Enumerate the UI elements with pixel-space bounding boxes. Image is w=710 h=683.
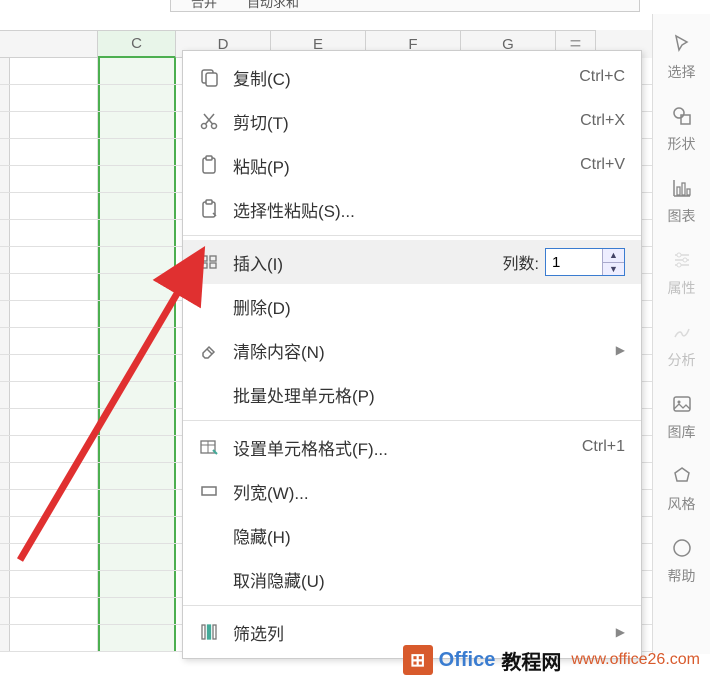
menu-cut[interactable]: 剪切(T) Ctrl+X: [183, 99, 641, 143]
menu-batch[interactable]: 批量处理单元格(P): [183, 372, 641, 416]
toolbar-merge-hint: 合并: [191, 0, 217, 11]
menu-column-width[interactable]: 列宽(W)...: [183, 469, 641, 513]
eraser-icon: [199, 340, 233, 360]
sidebar-analysis-label: 分析: [668, 350, 696, 370]
menu-paste-label: 粘贴(P): [233, 153, 580, 178]
sidebar-analysis[interactable]: 分析: [658, 308, 706, 380]
menu-delete-label: 删除(D): [233, 294, 625, 319]
menu-paste-shortcut: Ctrl+V: [580, 156, 625, 174]
menu-format-cells[interactable]: 设置单元格格式(F)... Ctrl+1: [183, 425, 641, 469]
menu-unhide[interactable]: 取消隐藏(U): [183, 557, 641, 601]
insert-count-label: 列数:: [503, 250, 539, 274]
clipboard-icon: [199, 155, 233, 175]
submenu-arrow-icon: ▶: [616, 343, 625, 357]
menu-paste-special[interactable]: 选择性粘贴(S)...: [183, 187, 641, 231]
sidebar-shape-label: 形状: [668, 134, 696, 154]
menu-insert[interactable]: 插入(I) 列数: ▲ ▼: [183, 240, 641, 284]
menu-copy[interactable]: 复制(C) Ctrl+C: [183, 55, 641, 99]
menu-separator: [183, 420, 641, 421]
sidebar-chart-label: 图表: [668, 206, 696, 226]
menu-format-label: 设置单元格格式(F)...: [233, 435, 582, 460]
menu-clear-label: 清除内容(N): [233, 338, 608, 363]
menu-batch-label: 批量处理单元格(P): [233, 382, 625, 407]
property-icon: [668, 246, 696, 274]
menu-hide-label: 隐藏(H): [233, 523, 625, 548]
menu-hide[interactable]: 隐藏(H): [183, 513, 641, 557]
shape-icon: [668, 102, 696, 130]
spinner-down-button[interactable]: ▼: [603, 263, 624, 276]
context-menu: 复制(C) Ctrl+C 剪切(T) Ctrl+X 粘贴(P) Ctrl+V 选…: [182, 50, 642, 659]
image-icon: [668, 390, 696, 418]
sidebar-style[interactable]: 风格: [658, 452, 706, 524]
menu-unhide-label: 取消隐藏(U): [233, 567, 625, 592]
watermark-brand1: Office: [439, 649, 496, 672]
sidebar-property-label: 属性: [668, 278, 696, 298]
right-sidebar: 选择 形状 图表 属性 分析 图库 风格 帮助: [652, 14, 710, 654]
submenu-arrow-icon: ▶: [616, 625, 625, 639]
column-width-icon: [199, 481, 233, 501]
menu-separator: [183, 605, 641, 606]
sidebar-chart[interactable]: 图表: [658, 164, 706, 236]
sidebar-select-label: 选择: [668, 62, 696, 82]
col-header-b[interactable]: [0, 30, 98, 58]
menu-paste-special-label: 选择性粘贴(S)...: [233, 197, 625, 222]
analysis-icon: [668, 318, 696, 346]
sidebar-gallery-label: 图库: [668, 422, 696, 442]
sidebar-help[interactable]: 帮助: [658, 524, 706, 596]
menu-delete[interactable]: 删除(D): [183, 284, 641, 328]
menu-cut-shortcut: Ctrl+X: [580, 112, 625, 130]
menu-cut-label: 剪切(T): [233, 109, 580, 134]
filter-icon: [199, 622, 233, 642]
menu-filter-label: 筛选列: [233, 620, 608, 645]
cursor-icon: [668, 30, 696, 58]
menu-clear[interactable]: 清除内容(N) ▶: [183, 328, 641, 372]
chart-icon: [668, 174, 696, 202]
style-icon: [668, 462, 696, 490]
menu-copy-shortcut: Ctrl+C: [579, 68, 625, 86]
watermark-url: www.office26.com: [571, 651, 700, 669]
menu-copy-label: 复制(C): [233, 65, 579, 90]
insert-count-controls: 列数: ▲ ▼: [503, 248, 625, 276]
watermark-logo-icon: ⊞: [403, 645, 433, 675]
copy-icon: [199, 67, 233, 87]
scissors-icon: [199, 111, 233, 131]
watermark-brand2: 教程网: [501, 646, 561, 675]
help-icon: [668, 534, 696, 562]
format-cells-icon: [199, 437, 233, 457]
sidebar-style-label: 风格: [668, 494, 696, 514]
insert-icon: [199, 252, 233, 272]
clipboard-special-icon: [199, 199, 233, 219]
spinner-up-button[interactable]: ▲: [603, 249, 624, 263]
sidebar-property[interactable]: 属性: [658, 236, 706, 308]
menu-insert-label: 插入(I): [233, 250, 503, 275]
menu-paste[interactable]: 粘贴(P) Ctrl+V: [183, 143, 641, 187]
menu-colwidth-label: 列宽(W)...: [233, 479, 625, 504]
mini-toolbar: 合并 自动求和: [170, 0, 640, 12]
sidebar-help-label: 帮助: [668, 566, 696, 586]
insert-count-spinner[interactable]: ▲ ▼: [545, 248, 625, 276]
watermark: ⊞ Office教程网 www.office26.com: [403, 645, 700, 675]
menu-separator: [183, 235, 641, 236]
col-header-c[interactable]: C: [98, 30, 176, 58]
insert-count-input[interactable]: [546, 249, 602, 275]
menu-format-shortcut: Ctrl+1: [582, 438, 625, 456]
sidebar-shape[interactable]: 形状: [658, 92, 706, 164]
sidebar-gallery[interactable]: 图库: [658, 380, 706, 452]
toolbar-autosum-hint: 自动求和: [247, 0, 299, 11]
sidebar-select[interactable]: 选择: [658, 20, 706, 92]
